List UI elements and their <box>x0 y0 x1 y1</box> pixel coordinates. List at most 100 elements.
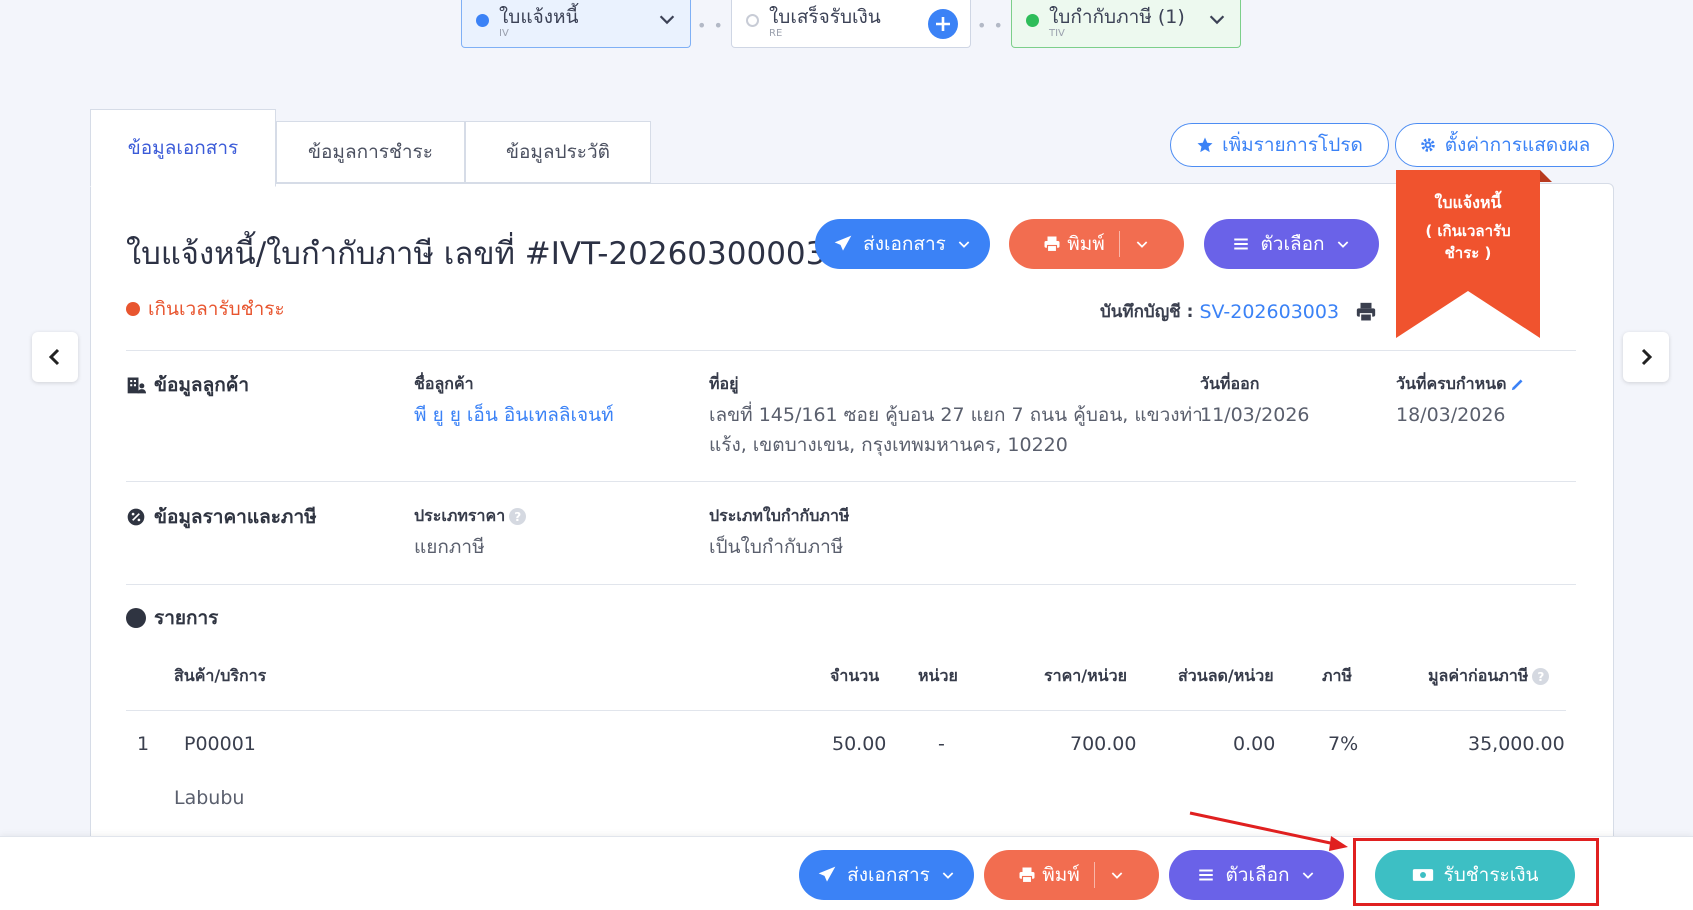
tab-document-info[interactable]: ข้อมูลเอกสาร <box>90 109 276 187</box>
account-record: บันทึกบัญชี : SV-202603003 <box>1100 298 1377 325</box>
column-product: สินค้า/บริการ <box>174 666 267 685</box>
tab-history-info[interactable]: ข้อมูลประวัติ <box>465 121 651 183</box>
chevron-down-icon[interactable] <box>1134 236 1150 252</box>
workflow-invoice-card[interactable]: ใบแจ้งหนี้ IV <box>461 0 691 48</box>
pencil-icon[interactable] <box>1510 377 1525 392</box>
receive-payment-label: รับชำระเงิน <box>1443 864 1539 886</box>
row-pretax: 35,000.00 <box>1468 733 1565 755</box>
bottom-send-label: ส่งเอกสาร <box>847 864 930 886</box>
menu-icon <box>1234 238 1249 250</box>
printer-icon <box>1044 236 1060 253</box>
address-line1: เลขที่ 145/161 ซอย คู้บอน 27 แยก 7 ถนน ค… <box>709 404 1203 426</box>
document-title: ใบแจ้งหนี้/ใบกำกับภาษี เลขที่ #IVT-20260… <box>126 236 826 272</box>
row-price: 700.00 <box>1070 733 1137 755</box>
issue-date-label: วันที่ออก <box>1200 374 1260 393</box>
customer-name-link[interactable]: พี ยู ยู เอ็น อินเทลลิเจนท์ <box>414 400 614 430</box>
row-unit: - <box>938 733 945 755</box>
account-link[interactable]: SV-202603003 <box>1199 301 1339 323</box>
menu-icon <box>1199 869 1214 881</box>
overdue-status: เกินเวลารับชำระ <box>126 294 285 324</box>
due-date-label: วันที่ครบกำหนด <box>1396 372 1525 397</box>
paper-plane-icon <box>818 866 836 882</box>
ribbon-line3: ชำระ ) <box>1444 244 1492 262</box>
workflow-tax-invoice-card[interactable]: ใบกำกับภาษี (1) TIV <box>1011 0 1241 48</box>
column-discount: ส่วนลด/หน่วย <box>1178 666 1274 685</box>
product-code-link[interactable]: P00001 <box>184 733 256 755</box>
workflow-tax-invoice-code: TIV <box>1049 28 1065 39</box>
bottom-print-button[interactable]: พิมพ์ <box>984 850 1159 900</box>
send-document-label: ส่งเอกสาร <box>863 233 946 255</box>
percent-badge-icon <box>127 508 145 526</box>
workflow-receipt-card[interactable]: ใบเสร็จรับเงิน RE <box>731 0 971 48</box>
display-settings-button[interactable]: ตั้งค่าการแสดงผล <box>1395 123 1614 167</box>
invoice-status-dot <box>476 14 489 27</box>
price-type-value: แยกภาษี <box>414 536 485 558</box>
account-label: บันทึกบัญชี : <box>1100 302 1194 322</box>
receipt-status-dot <box>746 14 759 27</box>
options-button[interactable]: ตัวเลือก <box>1204 219 1379 269</box>
ribbon-line2: ( เกินเวลารับ <box>1425 222 1511 240</box>
bottom-send-document-button[interactable]: ส่งเอกสาร <box>799 850 974 900</box>
items-bullet-icon <box>126 608 146 628</box>
row-number: 1 <box>137 733 150 755</box>
send-document-button[interactable]: ส่งเอกสาร <box>815 219 990 269</box>
printer-icon[interactable] <box>1355 301 1377 323</box>
divider <box>126 584 1576 585</box>
print-button[interactable]: พิมพ์ <box>1009 219 1184 269</box>
bottom-options-button[interactable]: ตัวเลือก <box>1169 850 1344 900</box>
pricing-section-label: ข้อมูลราคาและภาษี <box>154 506 317 528</box>
chevron-down-icon[interactable] <box>1206 8 1228 30</box>
help-icon[interactable]: ? <box>1532 668 1550 685</box>
ribbon-line1: ใบแจ้งหนี้ <box>1434 193 1502 212</box>
divider <box>126 350 1576 351</box>
column-unit: หน่วย <box>918 666 958 685</box>
chevron-down-icon <box>1337 241 1348 248</box>
items-section-label: รายการ <box>154 607 219 629</box>
help-icon[interactable]: ? <box>509 508 527 525</box>
next-document-button[interactable] <box>1623 332 1669 382</box>
status-dot <box>126 302 140 316</box>
price-type-label-text: ประเภทราคา <box>414 506 506 525</box>
due-date-value: 18/03/2026 <box>1396 404 1506 426</box>
workflow-tax-invoice-label: ใบกำกับภาษี (1) <box>1049 6 1185 28</box>
overdue-status-label: เกินเวลารับชำระ <box>148 298 285 320</box>
chevron-down-icon[interactable] <box>1109 867 1125 883</box>
star-icon <box>1197 137 1213 153</box>
chevron-left-icon <box>48 348 60 366</box>
add-favorite-button[interactable]: เพิ่มรายการโปรด <box>1170 123 1389 167</box>
row-discount: 0.00 <box>1233 733 1276 755</box>
column-pretax-text: มูลค่าก่อนภาษี <box>1428 666 1529 685</box>
workflow-receipt-code: RE <box>769 28 783 39</box>
workflow-receipt-label: ใบเสร็จรับเงิน <box>769 6 881 28</box>
chevron-right-icon <box>1641 348 1653 366</box>
bottom-print-label: พิมพ์ <box>1042 864 1080 886</box>
issue-date-value: 11/03/2026 <box>1200 404 1310 426</box>
paper-plane-icon <box>834 235 852 251</box>
row-tax: 7% <box>1328 733 1359 755</box>
chevron-down-icon <box>1302 872 1313 879</box>
workflow-invoice-label: ใบแจ้งหนี้ <box>499 6 579 28</box>
chevron-down-icon <box>958 241 970 248</box>
tab-payment-info[interactable]: ข้อมูลการชำระ <box>276 121 465 183</box>
customer-name-label: ชื่อลูกค้า <box>414 374 474 393</box>
receive-payment-button[interactable]: รับชำระเงิน <box>1375 850 1575 900</box>
column-price: ราคา/หน่วย <box>1044 666 1127 685</box>
tax-invoice-type-value: เป็นใบกำกับภาษี <box>709 536 844 558</box>
display-settings-label: ตั้งค่าการแสดงผล <box>1444 134 1591 156</box>
product-name: Labubu <box>174 787 245 809</box>
bottom-options-label: ตัวเลือก <box>1225 864 1290 886</box>
workflow-invoice-code: IV <box>499 28 509 39</box>
previous-document-button[interactable] <box>32 332 78 382</box>
address-label: ที่อยู่ <box>709 374 739 393</box>
items-section-title: รายการ <box>126 603 218 633</box>
annotation-arrow <box>1189 811 1348 851</box>
ribbon-fold <box>1540 170 1552 182</box>
chevron-down-icon <box>942 872 954 879</box>
divider <box>126 481 1576 482</box>
pricing-section-title: ข้อมูลราคาและภาษี <box>126 502 317 532</box>
chevron-down-icon[interactable] <box>656 8 678 30</box>
column-tax: ภาษี <box>1322 666 1353 685</box>
column-qty: จำนวน <box>830 666 880 685</box>
add-receipt-icon[interactable] <box>928 9 958 39</box>
tax-invoice-type-label: ประเภทใบกำกับภาษี <box>709 506 850 525</box>
